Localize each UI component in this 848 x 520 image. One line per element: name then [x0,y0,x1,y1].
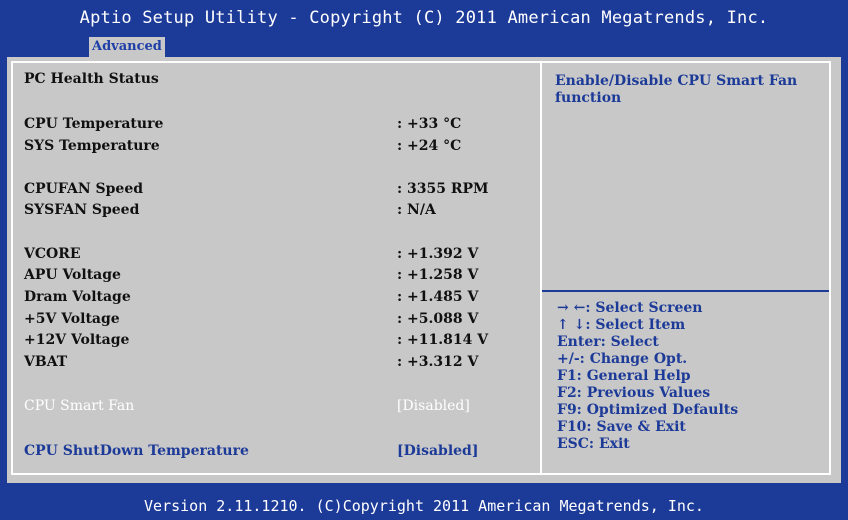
key-hint-optimized-defaults: F9: Optimized Defaults [557,402,739,418]
key-hint-select-screen: → ←: Select Screen [557,300,703,316]
reading-value-vcore: : +1.392 V [397,246,479,262]
reading-label-sys-temp: SYS Temperature [24,138,160,154]
option-label-cpu-shutdown-temp[interactable]: CPU ShutDown Temperature [24,443,249,459]
option-label-cpu-smart-fan[interactable]: CPU Smart Fan [24,398,134,414]
main-panel: PC Health Status CPU Temperature : +33 °… [7,57,841,483]
key-hint-save-exit: F10: Save & Exit [557,419,686,435]
header-title: Aptio Setup Utility - Copyright (C) 2011… [79,8,769,28]
reading-value-cpu-temp: : +33 °C [397,116,462,132]
help-divider [542,290,829,292]
help-description: Enable/Disable CPU Smart Fan function [555,73,798,106]
reading-value-sys-temp: : +24 °C [397,138,462,154]
reading-label-cpu-temp: CPU Temperature [24,116,164,132]
reading-label-dram-voltage: Dram Voltage [24,289,131,305]
tab-advanced[interactable]: Advanced [89,37,165,57]
reading-label-5v-voltage: +5V Voltage [24,311,120,327]
reading-value-5v-voltage: : +5.088 V [397,311,479,327]
reading-label-vbat: VBAT [24,354,68,370]
reading-value-dram-voltage: : +1.485 V [397,289,479,305]
reading-label-12v-voltage: +12V Voltage [24,332,130,348]
section-title: PC Health Status [24,71,159,87]
reading-label-apu-voltage: APU Voltage [24,267,121,283]
reading-label-vcore: VCORE [24,246,81,262]
key-hint-esc-exit: ESC: Exit [557,436,630,452]
key-hint-previous-values: F2: Previous Values [557,385,711,401]
reading-value-12v-voltage: : +11.814 V [397,332,489,348]
reading-label-cpufan: CPUFAN Speed [24,181,144,197]
option-value-cpu-smart-fan[interactable]: [Disabled] [397,398,470,414]
footer-version: Version 2.11.1210. (C)Copyright 2011 Ame… [144,497,704,515]
reading-value-apu-voltage: : +1.258 V [397,267,479,283]
panel-divider [540,63,542,473]
reading-value-cpufan: : 3355 RPM [397,181,489,197]
reading-value-vbat: : +3.312 V [397,354,479,370]
key-hint-change-opt: +/-: Change Opt. [557,351,688,367]
key-hint-select-item: ↑ ↓: Select Item [557,317,686,333]
reading-label-sysfan: SYSFAN Speed [24,202,140,218]
key-legend: → ←: Select Screen ↑ ↓: Select Item Ente… [557,300,827,453]
option-value-cpu-shutdown-temp[interactable]: [Disabled] [397,443,478,459]
key-hint-enter: Enter: Select [557,334,659,350]
reading-value-sysfan: : N/A [397,202,436,218]
key-hint-general-help: F1: General Help [557,368,691,384]
